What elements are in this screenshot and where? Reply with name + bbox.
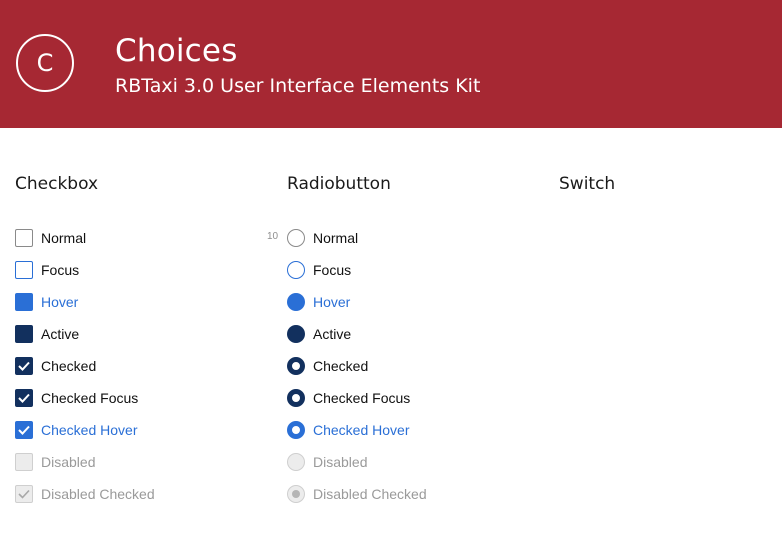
- checkbox-box[interactable]: [15, 389, 33, 407]
- radio-circle[interactable]: [287, 325, 305, 343]
- radio-active[interactable]: Active: [287, 318, 427, 350]
- row-marker: 10: [267, 231, 279, 242]
- checkbox-disabled-checked: Disabled Checked: [15, 478, 155, 510]
- radio-disabled: Disabled: [287, 446, 427, 478]
- radio-circle[interactable]: [287, 389, 305, 407]
- radio-label: Normal: [313, 230, 359, 246]
- checkbox-box: [15, 485, 33, 503]
- checkbox-list: Normal Focus Hover Active Checked Checke…: [15, 222, 155, 510]
- checkmark-icon: [18, 393, 30, 403]
- logo-letter: C: [36, 49, 54, 77]
- radio-focus[interactable]: Focus: [287, 254, 427, 286]
- radio-checked-focus[interactable]: Checked Focus: [287, 382, 427, 414]
- radio-list: 10 Normal Focus Hover Active Checked Che…: [267, 222, 427, 510]
- checkbox-normal[interactable]: Normal: [15, 222, 155, 254]
- radio-dot-icon: [292, 490, 300, 498]
- checkbox-label: Hover: [41, 294, 79, 310]
- radio-circle: [287, 453, 305, 471]
- page-subtitle: RBTaxi 3.0 User Interface Elements Kit: [115, 75, 481, 97]
- checkbox-label: Checked Hover: [41, 422, 138, 438]
- page-title: Choices: [115, 33, 238, 69]
- checkbox-label: Focus: [41, 262, 80, 278]
- radio-label: Checked: [313, 358, 369, 374]
- checkbox-checked-hover[interactable]: Checked Hover: [15, 414, 155, 446]
- checkbox-disabled: Disabled: [15, 446, 155, 478]
- checkbox-checked-focus[interactable]: Checked Focus: [15, 382, 155, 414]
- radio-label: Checked Hover: [313, 422, 410, 438]
- radio-checked-hover[interactable]: Checked Hover: [287, 414, 427, 446]
- radio-label: Hover: [313, 294, 351, 310]
- radio-circle[interactable]: [287, 421, 305, 439]
- radio-hover[interactable]: Hover: [287, 286, 427, 318]
- radio-label: Checked Focus: [313, 390, 411, 406]
- radio-normal[interactable]: 10 Normal: [267, 222, 427, 254]
- checkbox-label: Checked: [41, 358, 97, 374]
- radio-section-title: Radiobutton: [287, 174, 391, 194]
- checkbox-box: [15, 453, 33, 471]
- radio-circle: [287, 485, 305, 503]
- checkmark-icon: [18, 489, 30, 499]
- radio-label: Disabled Checked: [313, 486, 427, 502]
- header-banner: C Choices RBTaxi 3.0 User Interface Elem…: [0, 0, 782, 128]
- radio-circle[interactable]: [287, 293, 305, 311]
- checkbox-section-title: Checkbox: [15, 174, 99, 194]
- radio-disabled-checked: Disabled Checked: [287, 478, 427, 510]
- checkbox-checked[interactable]: Checked: [15, 350, 155, 382]
- checkbox-box[interactable]: [15, 261, 33, 279]
- checkbox-box[interactable]: [15, 325, 33, 343]
- checkbox-box[interactable]: [15, 357, 33, 375]
- radio-label: Focus: [313, 262, 352, 278]
- radio-label: Disabled: [313, 454, 368, 470]
- checkbox-label: Disabled Checked: [41, 486, 155, 502]
- checkmark-icon: [18, 361, 30, 371]
- radio-checked[interactable]: Checked: [287, 350, 427, 382]
- checkbox-label: Checked Focus: [41, 390, 139, 406]
- radio-label: Active: [313, 326, 352, 342]
- checkbox-focus[interactable]: Focus: [15, 254, 155, 286]
- checkbox-label: Disabled: [41, 454, 96, 470]
- checkbox-active[interactable]: Active: [15, 318, 155, 350]
- checkbox-box[interactable]: [15, 229, 33, 247]
- radio-circle[interactable]: [287, 357, 305, 375]
- logo-circle: C: [16, 34, 74, 92]
- checkbox-label: Active: [41, 326, 80, 342]
- checkbox-box[interactable]: [15, 293, 33, 311]
- checkbox-box[interactable]: [15, 421, 33, 439]
- switch-section-title: Switch: [559, 174, 616, 194]
- checkmark-icon: [18, 425, 30, 435]
- checkbox-hover[interactable]: Hover: [15, 286, 155, 318]
- checkbox-label: Normal: [41, 230, 87, 246]
- radio-circle[interactable]: [287, 229, 305, 247]
- radio-circle[interactable]: [287, 261, 305, 279]
